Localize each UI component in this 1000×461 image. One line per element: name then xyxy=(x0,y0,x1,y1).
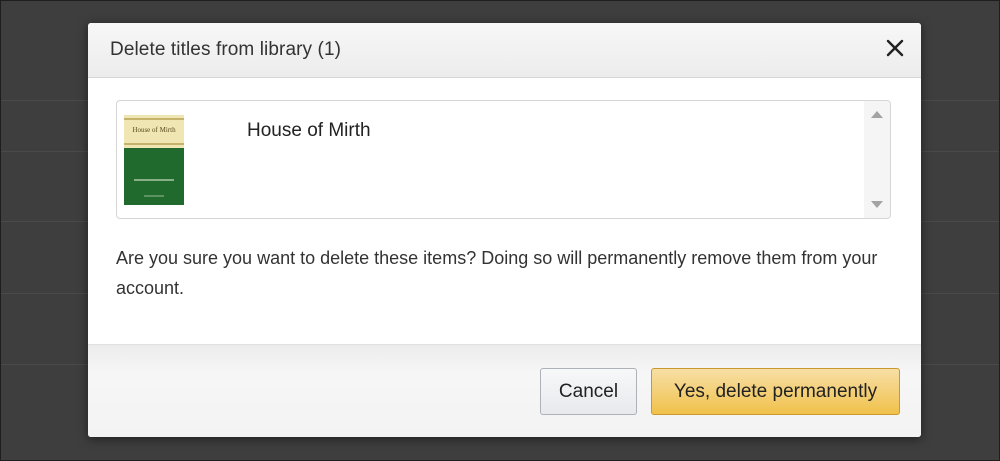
cover-author-mark xyxy=(134,179,174,181)
item-title: House of Mirth xyxy=(247,120,371,141)
cancel-button[interactable]: Cancel xyxy=(540,368,637,415)
cover-publisher-mark xyxy=(144,195,164,197)
list-scrollbar[interactable] xyxy=(864,101,890,218)
scroll-down-arrow-icon[interactable] xyxy=(871,201,883,208)
close-button[interactable] xyxy=(883,35,907,61)
delete-dialog: Delete titles from library (1) House of … xyxy=(88,23,921,437)
item-list[interactable]: House of Mirth House of Mirth xyxy=(116,100,891,219)
list-item: House of Mirth House of Mirth xyxy=(117,101,864,218)
cover-title: House of Mirth xyxy=(132,126,176,134)
scroll-up-arrow-icon[interactable] xyxy=(871,111,883,118)
confirm-delete-button[interactable]: Yes, delete permanently xyxy=(651,368,900,415)
book-cover-thumbnail: House of Mirth xyxy=(124,115,184,205)
dialog-title: Delete titles from library (1) xyxy=(110,39,342,60)
close-icon xyxy=(886,39,904,57)
dialog-header: Delete titles from library (1) xyxy=(88,23,921,78)
cover-title-area: House of Mirth xyxy=(124,115,184,148)
dialog-footer: Cancel Yes, delete permanently xyxy=(88,344,921,437)
confirmation-message: Are you sure you want to delete these it… xyxy=(116,248,878,298)
